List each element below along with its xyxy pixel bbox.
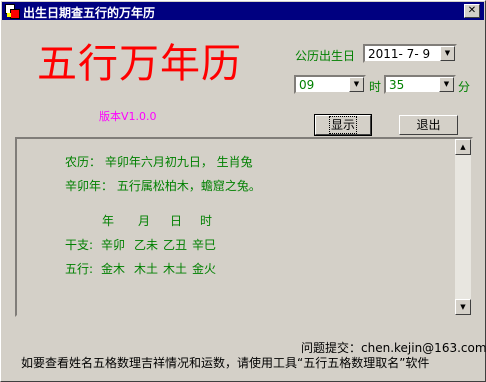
app-heading: 五行万年历 (37, 41, 242, 87)
footer-note: 如要查看姓名五格数理吉祥情况和运数，请使用工具“五行五格数理取名”软件 (21, 356, 430, 370)
window-title: 出生日期查五行的万年历 (23, 6, 156, 20)
close-icon[interactable]: ✕ (464, 4, 480, 18)
minute-value: 35 (389, 78, 405, 92)
show-button-label: 显示 (328, 116, 358, 134)
minute-label: 分 (458, 80, 471, 94)
chevron-down-icon[interactable]: ▼ (439, 77, 454, 92)
ganzhi-day: 乙丑 (163, 238, 188, 252)
exit-button-label: 退出 (416, 118, 441, 132)
wuxing-hour: 金火 (192, 262, 217, 276)
chevron-down-icon[interactable]: ▼ (349, 77, 364, 92)
column-header-hour: 时 (200, 214, 213, 228)
app-window: 出生日期查五行的万年历 ✕ 五行万年历 版本V1.0.0 公历出生日 2011-… (0, 0, 486, 382)
scroll-up-icon[interactable]: ▲ (455, 139, 471, 155)
exit-button[interactable]: 退出 (399, 115, 458, 135)
date-value: 2011- 7- 9 (368, 47, 431, 61)
birth-date-label: 公历出生日 (295, 49, 356, 63)
column-header-month: 月 (138, 214, 151, 228)
lunar-date-text: 农历： 辛卯年六月初九日， 生肖兔 (65, 155, 253, 169)
wuxing-year: 金木 (101, 262, 126, 276)
hour-select[interactable]: 09 ▼ (294, 75, 366, 94)
hour-label: 时 (369, 80, 382, 94)
ganzhi-label: 干支: (65, 238, 94, 252)
column-header-year: 年 (102, 214, 115, 228)
wuxing-month: 木土 (134, 262, 159, 276)
title-bar[interactable]: 出生日期查五行的万年历 ✕ (2, 2, 484, 20)
ganzhi-month: 乙未 (134, 238, 159, 252)
year-wuxing-text: 辛卯年： 五行属松柏木，蟾窟之兔。 (65, 179, 261, 193)
column-header-day: 日 (170, 214, 183, 228)
version-label: 版本V1.0.0 (99, 110, 157, 123)
app-icon (5, 4, 20, 19)
show-button[interactable]: 显示 (314, 114, 372, 136)
ganzhi-hour: 辛巳 (192, 238, 217, 252)
minute-select[interactable]: 35 ▼ (384, 75, 456, 94)
hour-value: 09 (299, 78, 315, 92)
wuxing-day: 木土 (163, 262, 188, 276)
scroll-down-icon[interactable]: ▼ (455, 299, 471, 315)
wuxing-label: 五行: (65, 262, 94, 276)
result-panel: 农历： 辛卯年六月初九日， 生肖兔 辛卯年： 五行属松柏木，蟾窟之兔。 年 月 … (15, 137, 473, 317)
date-picker[interactable]: 2011- 7- 9 ▼ (363, 44, 457, 63)
ganzhi-year: 辛卯 (101, 238, 126, 252)
vertical-scrollbar[interactable]: ▲ ▼ (455, 139, 471, 315)
chevron-down-icon[interactable]: ▼ (440, 46, 455, 61)
